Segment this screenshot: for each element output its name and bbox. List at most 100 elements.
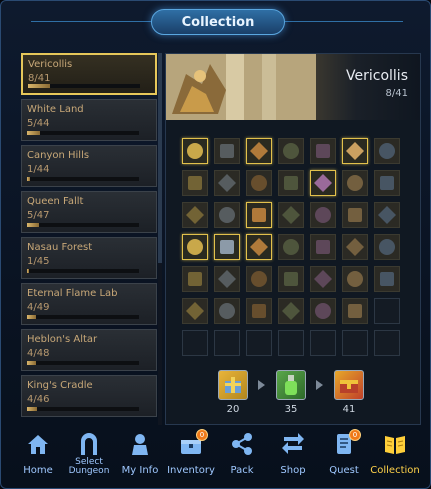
collection-slot[interactable] xyxy=(310,202,336,228)
zone-item-kings-cradle[interactable]: King's Cradle 4/46 xyxy=(21,375,157,417)
treasure-chest-icon[interactable] xyxy=(334,370,364,400)
collection-slot[interactable] xyxy=(374,234,400,260)
zone-progress-fill xyxy=(28,84,50,88)
collection-slot[interactable] xyxy=(310,234,336,260)
collection-item-icon xyxy=(284,176,298,190)
open-book-icon xyxy=(385,436,405,454)
collection-slot[interactable] xyxy=(182,170,208,196)
zone-item-vericollis[interactable]: Vericollis 8/41 xyxy=(21,53,157,95)
collection-slot[interactable] xyxy=(342,234,368,260)
zone-item-queen-fallt[interactable]: Queen Fallt 5/47 xyxy=(21,191,157,233)
collection-slot xyxy=(246,330,272,356)
potion-bottle-icon[interactable] xyxy=(276,370,306,400)
collection-item-icon xyxy=(251,271,267,287)
zone-item-canyon-hills[interactable]: Canyon Hills 1/44 xyxy=(21,145,157,187)
collection-slot xyxy=(214,330,240,356)
collection-slot[interactable] xyxy=(374,266,400,292)
nav-home-button[interactable]: Home xyxy=(13,425,63,483)
zone-progress: 1/45 xyxy=(27,256,50,267)
zone-item-eternal-flame-lab[interactable]: Eternal Flame Lab 4/49 xyxy=(21,283,157,325)
reward-threshold-label: 20 xyxy=(226,404,240,415)
zone-item-nasau-forest[interactable]: Nasau Forest 1/45 xyxy=(21,237,157,279)
collection-slot[interactable] xyxy=(182,298,208,324)
collection-slot[interactable] xyxy=(182,234,208,260)
inventory-notification-badge: 0 xyxy=(196,429,208,441)
gift-box-icon[interactable] xyxy=(218,370,248,400)
collection-item-icon xyxy=(252,208,266,222)
zone-progress-bar xyxy=(27,177,139,181)
zone-progress: 4/48 xyxy=(27,348,50,359)
collection-slot[interactable] xyxy=(342,266,368,292)
zone-list-scrollbar[interactable] xyxy=(158,53,162,425)
collection-slot[interactable] xyxy=(246,202,272,228)
zone-list[interactable]: Vericollis 8/41 White Land 5/44 Canyon H… xyxy=(21,53,159,425)
collection-slot[interactable] xyxy=(214,202,240,228)
collection-slot[interactable] xyxy=(246,234,272,260)
window-title: Collection xyxy=(151,9,285,35)
collection-slot[interactable] xyxy=(246,266,272,292)
collection-item-icon xyxy=(380,176,394,190)
dungeon-gate-icon xyxy=(81,433,97,455)
nav-select-dungeon-button[interactable]: Select Dungeon xyxy=(64,425,114,483)
collection-slot[interactable] xyxy=(310,266,336,292)
collection-slot[interactable] xyxy=(182,266,208,292)
zone-progress: 5/47 xyxy=(27,210,50,221)
collection-slot[interactable] xyxy=(246,138,272,164)
collection-item-icon xyxy=(220,144,234,158)
collection-slot[interactable] xyxy=(342,170,368,196)
zone-progress-bar xyxy=(27,223,139,227)
collection-slot[interactable] xyxy=(214,266,240,292)
nav-quest-button[interactable]: 0 Quest xyxy=(319,425,369,483)
nav-pack-button[interactable]: Pack xyxy=(217,425,267,483)
collection-item-icon xyxy=(188,272,202,286)
collection-item-icon xyxy=(284,272,298,286)
collection-slot[interactable] xyxy=(214,170,240,196)
collection-slot[interactable] xyxy=(278,138,304,164)
collection-slot[interactable] xyxy=(246,170,272,196)
collection-item-icon xyxy=(250,238,268,256)
selected-zone-name: Vericollis xyxy=(346,68,408,84)
collection-slot[interactable] xyxy=(374,202,400,228)
nav-shop-button[interactable]: Shop xyxy=(268,425,318,483)
zone-progress-fill xyxy=(27,177,30,181)
scrollbar-thumb[interactable] xyxy=(158,53,162,263)
collection-slot[interactable] xyxy=(182,202,208,228)
collection-slot[interactable] xyxy=(374,170,400,196)
zone-name: Canyon Hills xyxy=(27,150,90,161)
collection-slot[interactable] xyxy=(278,266,304,292)
zone-name: Eternal Flame Lab xyxy=(27,288,118,299)
collection-slot[interactable] xyxy=(310,298,336,324)
zone-item-white-land[interactable]: White Land 5/44 xyxy=(21,99,157,141)
home-icon xyxy=(28,435,48,454)
collection-slot[interactable] xyxy=(214,138,240,164)
reward-arrow-icon xyxy=(258,380,265,390)
collection-slot[interactable] xyxy=(278,298,304,324)
collection-item-icon xyxy=(186,206,204,224)
collection-slot[interactable] xyxy=(246,298,272,324)
nav-inventory-button[interactable]: 0 Inventory xyxy=(166,425,216,483)
zone-progress-bar xyxy=(28,84,140,88)
collection-item-icon xyxy=(219,303,235,319)
zone-progress-fill xyxy=(27,407,37,411)
nav-collection-button[interactable]: Collection xyxy=(370,425,420,483)
collection-slot[interactable] xyxy=(182,138,208,164)
collection-slot[interactable] xyxy=(374,138,400,164)
collection-slot[interactable] xyxy=(342,202,368,228)
collection-slot[interactable] xyxy=(310,138,336,164)
zone-progress: 5/44 xyxy=(27,118,50,129)
collection-item-icon xyxy=(187,239,203,255)
collection-item-icon xyxy=(346,238,364,256)
collection-slot[interactable] xyxy=(278,202,304,228)
collection-slot[interactable] xyxy=(310,170,336,196)
zone-item-heblons-altar[interactable]: Heblon's Altar 4/48 xyxy=(21,329,157,371)
collection-slot[interactable] xyxy=(278,170,304,196)
collection-slot[interactable] xyxy=(342,298,368,324)
nav-my-info-button[interactable]: My Info xyxy=(115,425,165,483)
collection-slot[interactable] xyxy=(342,138,368,164)
collection-slot[interactable] xyxy=(214,298,240,324)
collection-item-icon xyxy=(187,143,203,159)
collection-item-icon xyxy=(218,174,236,192)
collection-slot xyxy=(374,298,400,324)
collection-slot[interactable] xyxy=(278,234,304,260)
collection-slot[interactable] xyxy=(214,234,240,260)
